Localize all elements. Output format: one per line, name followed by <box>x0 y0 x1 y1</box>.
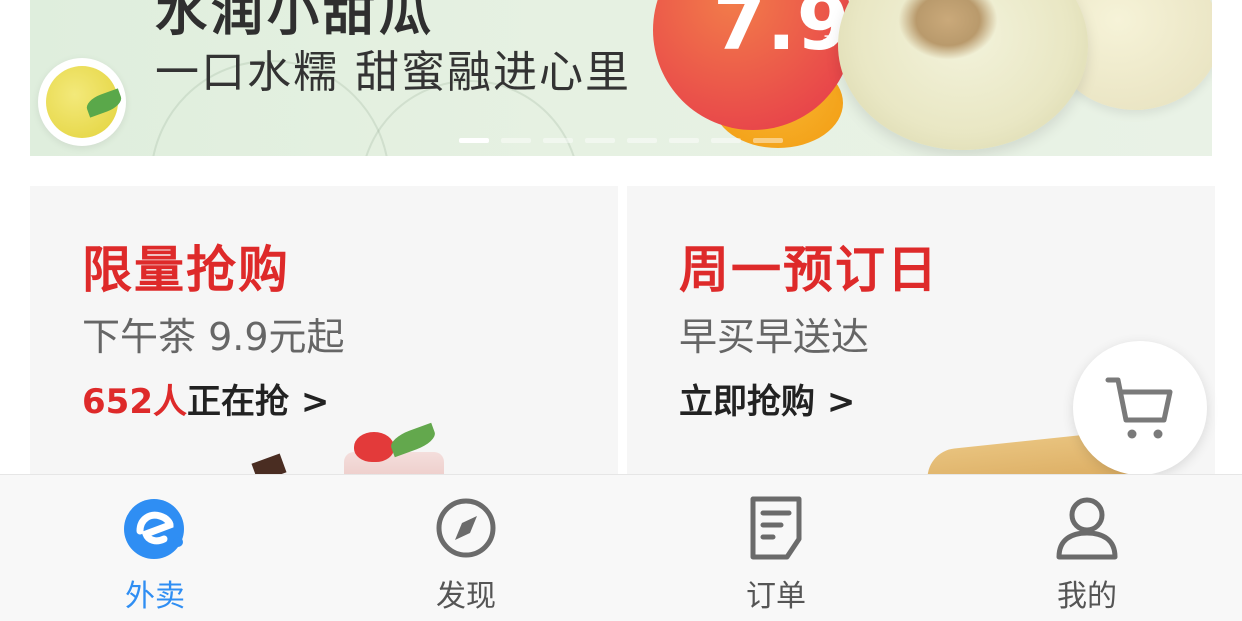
carousel-dot[interactable] <box>501 138 531 143</box>
participant-count: 652人 <box>82 382 187 422</box>
cart-icon <box>1105 377 1173 439</box>
banner-subtitle: 一口水糯 甜蜜融进心里 <box>155 47 631 98</box>
compass-icon <box>436 498 496 558</box>
tab-label: 订单 <box>746 579 806 614</box>
lemon-drink-image <box>38 58 126 146</box>
bottom-tab-bar: 外卖 发现 订单 我的 <box>0 474 1242 621</box>
card-cta[interactable]: 立即抢购 > <box>679 374 855 423</box>
tab-label: 我的 <box>1057 579 1117 614</box>
cta-text: 立即抢购 > <box>679 382 856 422</box>
tab-orders[interactable]: 订单 <box>676 475 876 621</box>
carousel-dot[interactable] <box>753 138 783 143</box>
promo-banner[interactable]: 水润小甜瓜 一口水糯 甜蜜融进心里 7.9 元 <box>30 0 1212 156</box>
strawberry-image <box>354 432 394 462</box>
flash-sale-card[interactable]: 限量抢购 下午茶 9.9元起 652人正在抢 > <box>30 186 618 486</box>
carousel-dot[interactable] <box>669 138 699 143</box>
order-list-icon <box>750 496 802 560</box>
carousel-indicator <box>459 138 783 143</box>
carousel-dot[interactable] <box>711 138 741 143</box>
carousel-dot[interactable] <box>543 138 573 143</box>
tab-label: 发现 <box>436 579 496 614</box>
card-cta[interactable]: 652人正在抢 > <box>82 374 329 423</box>
card-subtitle: 下午茶 9.9元起 <box>82 315 345 359</box>
carousel-dot[interactable] <box>627 138 657 143</box>
carousel-dot-active[interactable] <box>459 138 489 143</box>
carousel-dot[interactable] <box>585 138 615 143</box>
tab-waimai[interactable]: 外卖 <box>55 475 255 621</box>
card-title: 周一预订日 <box>679 241 939 299</box>
tab-discover[interactable]: 发现 <box>366 475 566 621</box>
card-subtitle: 早买早送达 <box>679 315 870 359</box>
cart-button[interactable] <box>1073 341 1207 475</box>
card-title: 限量抢购 <box>82 241 290 299</box>
user-icon <box>1056 497 1118 560</box>
eleme-logo-icon <box>124 499 184 559</box>
price-unit: 元 <box>823 34 836 48</box>
cta-text: 正在抢 > <box>186 382 330 422</box>
tab-label: 外卖 <box>125 579 185 614</box>
tab-mine[interactable]: 我的 <box>987 475 1187 621</box>
